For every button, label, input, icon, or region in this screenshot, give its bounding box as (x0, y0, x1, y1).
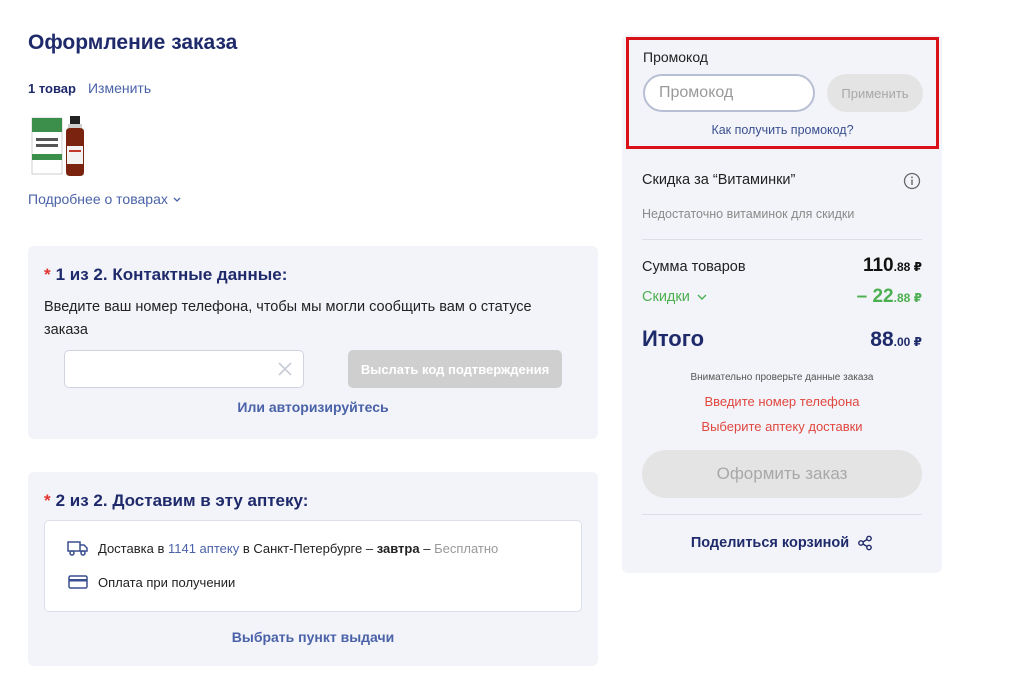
contact-section: * 1 из 2. Контактные данные: Введите ваш … (28, 246, 598, 439)
change-items-link[interactable]: Изменить (88, 80, 151, 96)
choose-pickup-link[interactable]: Выбрать пункт выдачи (28, 629, 598, 645)
sum-label: Сумма товаров (642, 259, 746, 275)
payment-text: Оплата при получении (98, 574, 236, 590)
credit-card-icon (68, 575, 88, 589)
items-row: 1 товар Изменить (28, 80, 151, 96)
divider (642, 239, 922, 240)
pharmacy-link[interactable]: 1141 аптеку (168, 541, 239, 556)
apply-promo-button[interactable]: Применить (827, 74, 923, 112)
contact-description: Введите ваш номер телефона, чтобы мы мог… (44, 299, 532, 338)
info-icon[interactable] (903, 172, 921, 190)
error-pharmacy: Выберите аптеку доставки (701, 419, 863, 434)
delivery-details: Доставка в 1141 аптеку в Санкт-Петербург… (44, 520, 582, 612)
promo-input[interactable]: Промокод (643, 74, 815, 112)
delivery-section: * 2 из 2. Доставим в эту аптеку: Доставка… (28, 472, 598, 666)
error-phone: Введите номер телефона (704, 394, 860, 409)
share-cart-label: Поделиться корзиной (690, 535, 850, 551)
more-about-items-link[interactable]: Подробнее о товарах (28, 191, 182, 207)
product-thumbnail[interactable] (30, 108, 88, 178)
chevron-down-icon (173, 197, 181, 202)
delivery-truck-icon (67, 541, 88, 556)
phone-input[interactable] (64, 350, 304, 388)
promo-section: Промокод Промокод Применить Как получить… (626, 37, 939, 149)
payment-row: Оплата при получении (67, 574, 235, 590)
discount-value: – 22.88 ₽ (856, 286, 922, 307)
send-code-button[interactable]: Выслать код подтверждения (348, 350, 562, 388)
page-title: Оформление заказа (28, 31, 238, 54)
place-order-button[interactable]: Оформить заказ (642, 450, 922, 498)
sum-value: 110.88 ₽ (862, 255, 922, 276)
order-summary-panel: Промокод Промокод Применить Как получить… (622, 35, 942, 573)
how-to-get-promo-link[interactable]: Как получить промокод? (629, 123, 936, 137)
authorize-link[interactable]: Или авторизируйтесь (28, 399, 598, 415)
chevron-down-icon (697, 294, 707, 300)
vitamins-discount-title: Скидка за “Витаминки” (642, 172, 796, 188)
vitamins-note: Недостаточно витаминок для скидки (642, 207, 855, 221)
items-count: 1 товар (28, 81, 76, 96)
more-about-items-label: Подробнее о товарах (28, 191, 168, 207)
share-icon (858, 535, 873, 551)
divider (642, 514, 922, 515)
discounts-label: Скидки (642, 289, 690, 305)
delivery-row: Доставка в 1141 аптеку в Санкт-Петербург… (67, 540, 498, 556)
discounts-toggle[interactable]: Скидки (642, 289, 708, 305)
contact-section-title: * 1 из 2. Контактные данные: (44, 265, 288, 284)
total-value: 88.00 ₽ (870, 328, 922, 351)
share-cart-button[interactable]: Поделиться корзиной (622, 535, 942, 551)
clear-icon[interactable] (275, 359, 295, 379)
promo-label: Промокод (643, 49, 708, 65)
total-label: Итого (642, 326, 705, 351)
delivery-section-title: * 2 из 2. Доставим в эту аптеку: (44, 491, 309, 510)
check-data-note: Внимательно проверьте данные заказа (690, 372, 874, 383)
